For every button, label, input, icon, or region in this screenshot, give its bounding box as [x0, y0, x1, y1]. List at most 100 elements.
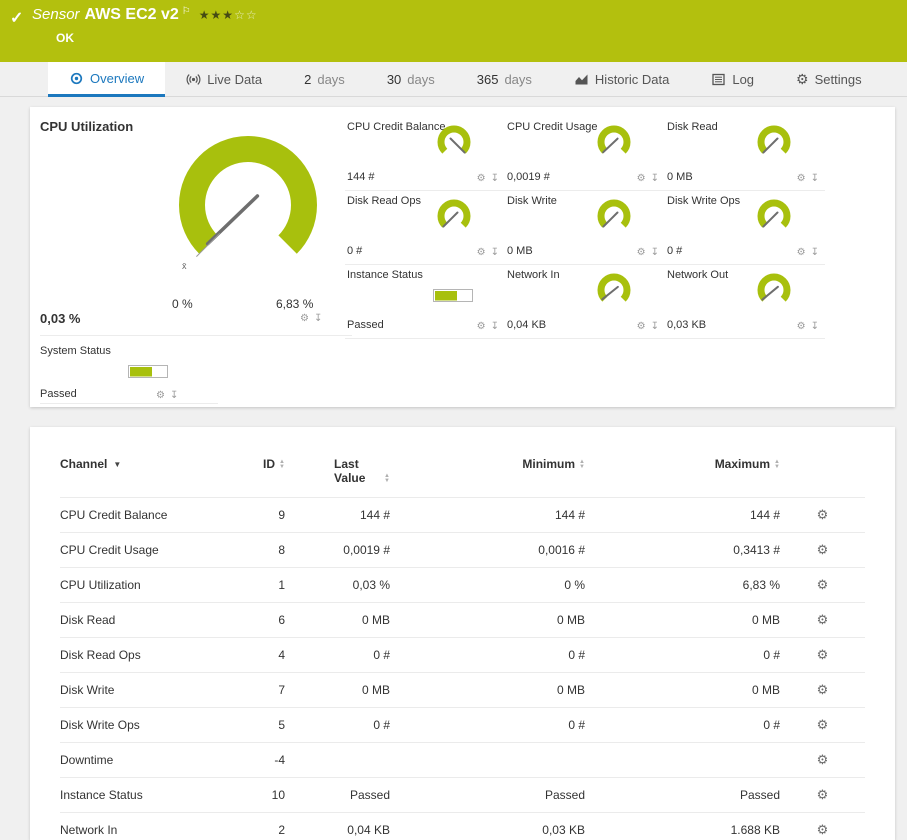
- tab-30-days[interactable]: 30days: [366, 62, 456, 96]
- channel-actions-cell: ⚙: [780, 568, 865, 603]
- channel-settings-icon[interactable]: ⚙: [817, 787, 829, 802]
- table-row-disk-read-ops: Disk Read Ops40 #0 #0 #⚙: [60, 638, 865, 673]
- tab-overview[interactable]: Overview: [48, 62, 165, 97]
- star-2[interactable]: ★: [211, 8, 223, 22]
- gauge-dial-holder: [591, 122, 637, 169]
- gauge-title: Network In: [507, 269, 560, 281]
- channel-settings-icon[interactable]: ⚙: [817, 542, 829, 557]
- gauge-cell-disk-write: Disk Write0 MB⚙↧: [505, 191, 665, 265]
- gear-icon[interactable]: ⚙: [797, 321, 806, 332]
- gear-icon[interactable]: ⚙: [156, 390, 165, 401]
- sort-icon[interactable]: ▲▼: [279, 460, 285, 470]
- gauge-actions: ⚙↧: [637, 321, 659, 332]
- star-1[interactable]: ★: [199, 8, 211, 22]
- object-kind-label: Sensor: [32, 6, 80, 23]
- tab-label: Overview: [90, 71, 144, 86]
- gear-icon[interactable]: ⚙: [300, 313, 309, 324]
- channel-value: Passed: [585, 778, 780, 813]
- tab-historic-data[interactable]: Historic Data: [553, 62, 690, 96]
- gear-icon[interactable]: ⚙: [637, 173, 646, 184]
- pin-icon[interactable]: ↧: [651, 173, 659, 184]
- column-header-minimum[interactable]: Minimum▲▼: [390, 439, 585, 498]
- gauge-title: Disk Read: [667, 121, 718, 133]
- pin-icon[interactable]: ↧: [651, 321, 659, 332]
- channel-settings-icon[interactable]: ⚙: [817, 682, 829, 697]
- channel-value: 0 #: [285, 708, 390, 743]
- channel-actions-cell: ⚙: [780, 638, 865, 673]
- gauge-dial: [431, 122, 477, 164]
- pin-icon[interactable]: ↧: [651, 247, 659, 258]
- tab-label: days: [317, 72, 344, 87]
- gear-icon[interactable]: ⚙: [477, 247, 486, 258]
- gear-icon[interactable]: ⚙: [477, 321, 486, 332]
- sort-icon[interactable]: ▲▼: [384, 474, 390, 484]
- channel-settings-icon[interactable]: ⚙: [817, 752, 829, 767]
- sort-icon[interactable]: ▲▼: [579, 460, 585, 470]
- channel-value: 5: [230, 708, 285, 743]
- channel-settings-icon[interactable]: ⚙: [817, 822, 829, 837]
- pin-icon[interactable]: ↧: [811, 321, 819, 332]
- channel-settings-icon[interactable]: ⚙: [817, 717, 829, 732]
- tab-live-data[interactable]: Live Data: [165, 62, 283, 96]
- column-header-maximum[interactable]: Maximum▲▼: [585, 439, 780, 498]
- channel-value: 8: [230, 533, 285, 568]
- star-3[interactable]: ★: [222, 8, 234, 22]
- column-header-id[interactable]: ID ▲▼: [230, 439, 285, 498]
- pin-icon[interactable]: ↧: [491, 173, 499, 184]
- channel-value: [285, 743, 390, 778]
- channel-name: Downtime: [60, 743, 230, 778]
- gear-icon[interactable]: ⚙: [637, 247, 646, 258]
- gauge-actions: ⚙↧: [797, 173, 819, 184]
- pin-icon[interactable]: ↧: [314, 313, 322, 324]
- status-bar-graphic: [128, 365, 168, 379]
- gear-icon[interactable]: ⚙: [797, 247, 806, 258]
- star-4[interactable]: ☆: [234, 8, 246, 22]
- channel-value: 0 #: [390, 708, 585, 743]
- tab-label: Historic Data: [595, 72, 669, 87]
- tab-settings[interactable]: ⚙Settings: [775, 62, 883, 96]
- table-row-downtime: Downtime-4⚙: [60, 743, 865, 778]
- flag-icon[interactable]: ⚐: [182, 6, 191, 17]
- gauge-dial: [591, 196, 637, 238]
- pin-icon[interactable]: ↧: [811, 173, 819, 184]
- pin-icon[interactable]: ↧: [491, 247, 499, 258]
- gear-icon[interactable]: ⚙: [477, 173, 486, 184]
- column-header-channel[interactable]: Channel▼: [60, 439, 230, 498]
- channel-value: 0 #: [285, 638, 390, 673]
- sort-icon[interactable]: ▲▼: [774, 460, 780, 470]
- channel-name: Disk Write: [60, 673, 230, 708]
- channel-actions-cell: ⚙: [780, 813, 865, 840]
- tab-365-days[interactable]: 365days: [456, 62, 553, 96]
- pin-icon[interactable]: ↧: [491, 321, 499, 332]
- gauges-panel: CPU Utilization x̄ 0,03 % 0 % 6,83 % ⚙ ↧…: [30, 107, 895, 407]
- column-label: ID: [263, 457, 275, 471]
- main-gauge-title: CPU Utilization: [40, 119, 133, 134]
- channel-name: Network In: [60, 813, 230, 840]
- channel-settings-icon[interactable]: ⚙: [817, 647, 829, 662]
- pin-icon[interactable]: ↧: [811, 247, 819, 258]
- tab-number: 2: [304, 72, 311, 87]
- pin-icon[interactable]: ↧: [170, 390, 178, 401]
- star-5[interactable]: ☆: [246, 8, 258, 22]
- channel-settings-icon[interactable]: ⚙: [817, 507, 829, 522]
- column-header-last-value[interactable]: Last Value▲▼: [285, 439, 390, 498]
- channel-value: 144 #: [390, 498, 585, 533]
- gauge-dial: [751, 122, 797, 164]
- channel-value: [585, 743, 780, 778]
- gear-icon[interactable]: ⚙: [637, 321, 646, 332]
- channel-settings-icon[interactable]: ⚙: [817, 577, 829, 592]
- gauge-title: CPU Credit Usage: [507, 121, 597, 133]
- gauge-dial-holder: [431, 196, 477, 243]
- gear-icon[interactable]: ⚙: [797, 173, 806, 184]
- channel-value: 0,0016 #: [390, 533, 585, 568]
- channel-name: Disk Write Ops: [60, 708, 230, 743]
- channel-value: 0,03 KB: [390, 813, 585, 840]
- log-icon: [711, 72, 726, 87]
- tab-log[interactable]: Log: [690, 62, 775, 96]
- channel-menu-icon[interactable]: ▼: [113, 460, 121, 469]
- tab-2-days[interactable]: 2 days: [283, 62, 366, 96]
- priority-stars[interactable]: ★★★☆☆: [199, 8, 258, 22]
- channel-settings-icon[interactable]: ⚙: [817, 612, 829, 627]
- tab-bar: Overview Live Data 2 days 30days365days Histo…: [0, 62, 907, 97]
- table-row-cpu-credit-balance: CPU Credit Balance9144 #144 #144 #⚙: [60, 498, 865, 533]
